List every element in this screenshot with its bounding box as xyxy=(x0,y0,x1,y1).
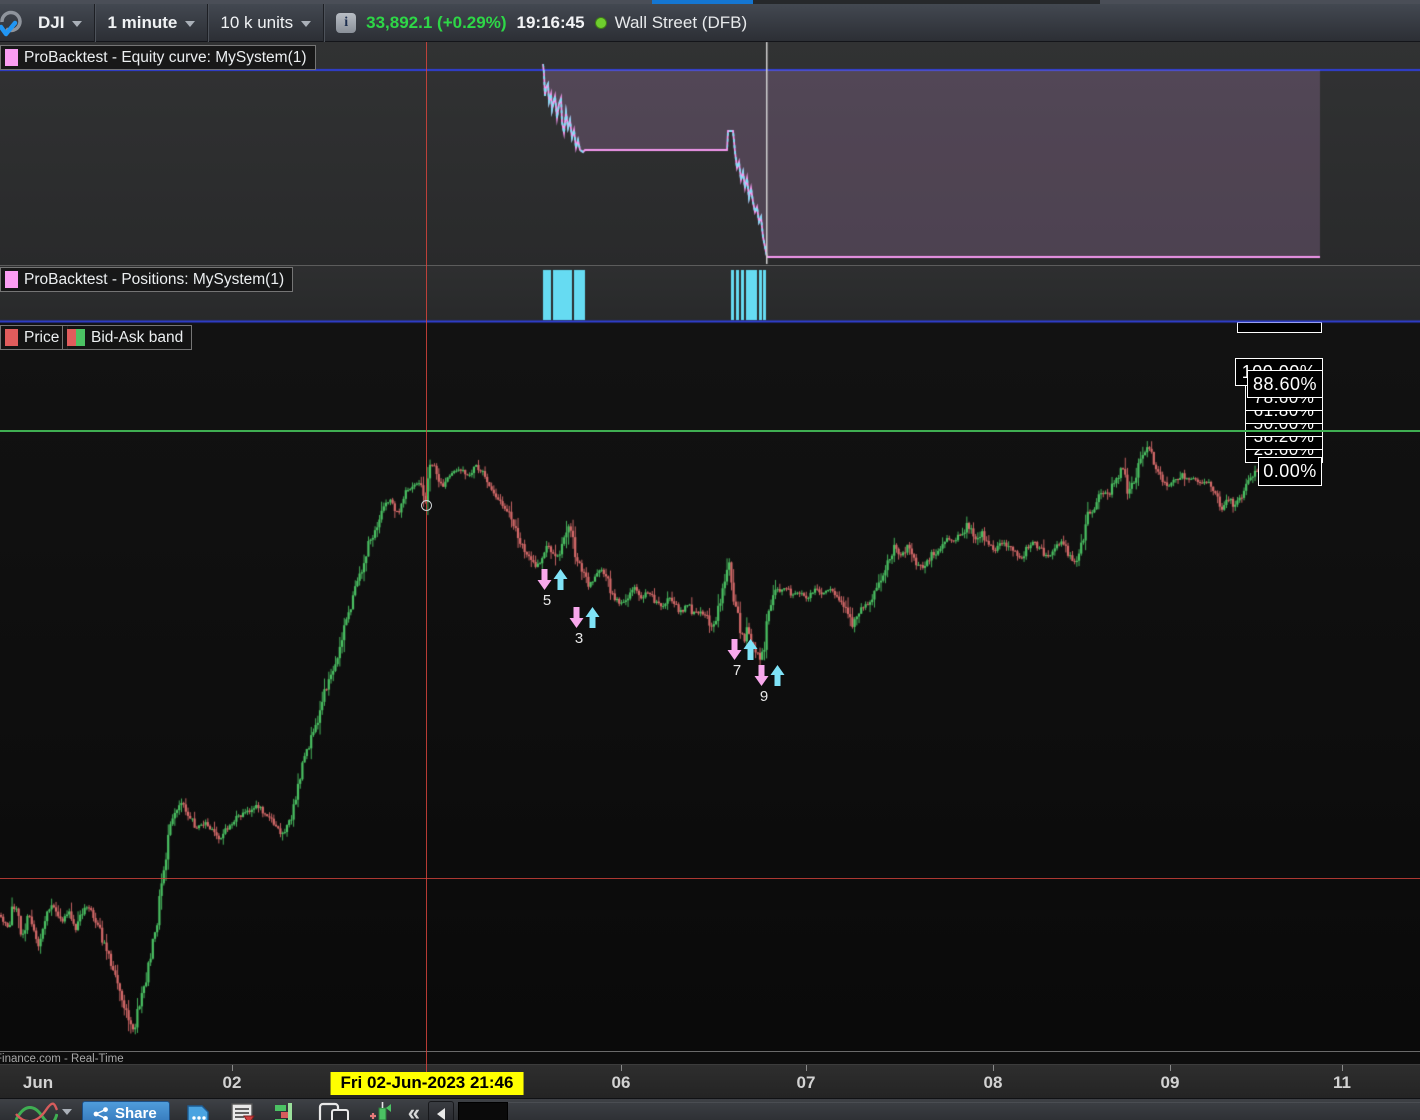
horizontal-level-line[interactable] xyxy=(0,430,1420,432)
timeframe-selector[interactable]: 1 minute xyxy=(95,4,207,41)
axis-tick xyxy=(1342,1065,1343,1071)
axis-date-label: 09 xyxy=(1160,1073,1180,1092)
bottom-toolbar: Share « xyxy=(0,1098,1420,1120)
panel-divider[interactable] xyxy=(0,1051,1420,1052)
axis-date-label: 07 xyxy=(796,1073,816,1092)
share-button-label: Share xyxy=(115,1105,157,1120)
market-open-dot xyxy=(594,16,607,29)
axis-tick xyxy=(1170,1065,1171,1071)
report-icon[interactable] xyxy=(230,1102,256,1120)
collapse-icon[interactable]: « xyxy=(408,1100,420,1120)
scrollbar-track[interactable] xyxy=(507,1102,1420,1120)
chevron-down-icon xyxy=(72,20,83,27)
price-panel-title: Price xyxy=(24,328,60,346)
axis-date-label: 08 xyxy=(983,1073,1003,1092)
main-toolbar: DJI 1 minute 10 k units i 33,892.1 (+0.2… xyxy=(0,3,1420,42)
positions-panel-title: ProBacktest - Positions: MySystem(1) xyxy=(24,270,285,288)
scroll-left-button[interactable] xyxy=(427,1101,454,1120)
fib-level-label[interactable]: 88.60% xyxy=(1247,370,1323,398)
trade-number: 5 xyxy=(542,592,552,609)
symbol-label: DJI xyxy=(38,12,65,32)
axis-date-label: 11 xyxy=(1333,1073,1351,1092)
equity-panel-title: ProBacktest - Equity curve: MySystem(1) xyxy=(24,48,307,66)
clock: 19:16:45 xyxy=(516,12,585,32)
fib-level-label[interactable]: 0.00% xyxy=(1258,457,1322,486)
trading-app: DJI 1 minute 10 k units i 33,892.1 (+0.2… xyxy=(0,0,1420,1120)
date-axis[interactable]: Fri 02-Jun-2023 21:46 Jun 02 06 07 08 09 11 xyxy=(0,1064,1420,1098)
equity-panel-header[interactable]: ProBacktest - Equity curve: MySystem(1) xyxy=(0,45,316,70)
last-price: 33,892.1 (+0.29%) xyxy=(366,12,507,32)
cursor-date-label: Fri 02-Jun-2023 21:46 xyxy=(330,1072,524,1095)
market-name: Wall Street (DFB) xyxy=(614,12,748,32)
chart-canvas[interactable] xyxy=(0,0,1420,1120)
units-label: 10 k units xyxy=(220,12,294,32)
info-icon[interactable]: i xyxy=(336,12,357,33)
positions-panel-header[interactable]: ProBacktest - Positions: MySystem(1) xyxy=(0,267,294,292)
bidask-legend-swatch xyxy=(67,329,85,346)
sync-status-icon xyxy=(0,8,26,38)
price-panel-header[interactable]: Price xyxy=(0,325,69,350)
quote-area: i 33,892.1 (+0.29%) 19:16:45 Wall Street… xyxy=(324,4,759,41)
chevron-down-icon xyxy=(301,20,312,27)
crosshair-snap-ring xyxy=(421,500,432,511)
axis-tick xyxy=(621,1065,622,1071)
share-icon xyxy=(93,1106,108,1120)
panel-divider[interactable] xyxy=(0,265,1420,266)
axis-date-label: Jun xyxy=(22,1073,54,1092)
trade-number: 7 xyxy=(732,662,742,679)
data-source-label: Finance.com - Real-Time xyxy=(0,1053,124,1065)
share-button[interactable]: Share xyxy=(82,1101,170,1120)
timeframe-label: 1 minute xyxy=(107,12,178,32)
add-order-icon[interactable] xyxy=(366,1102,394,1120)
positions-legend-swatch xyxy=(5,271,18,288)
trade-marker[interactable]: 7 xyxy=(727,638,758,679)
chevron-down-icon xyxy=(185,20,196,27)
axis-date-label: 06 xyxy=(611,1073,631,1092)
axis-tick xyxy=(993,1065,994,1071)
chevron-down-icon[interactable] xyxy=(62,1109,72,1115)
units-selector[interactable]: 10 k units xyxy=(208,4,323,41)
axis-tick xyxy=(232,1065,233,1071)
trade-marker[interactable]: 5 xyxy=(537,568,568,609)
scrollbar-thumb[interactable] xyxy=(457,1102,508,1120)
trade-marker[interactable]: 3 xyxy=(569,606,600,647)
crosshair-vertical xyxy=(426,42,427,1072)
trade-number: 3 xyxy=(574,630,584,647)
price-legend-swatch xyxy=(5,329,18,346)
bidask-legend-title: Bid-Ask band xyxy=(91,328,184,346)
axis-date-label: 02 xyxy=(222,1073,242,1092)
equity-legend-swatch xyxy=(5,49,18,66)
indicator-curves-icon[interactable] xyxy=(14,1102,59,1120)
bidask-legend[interactable]: Bid-Ask band xyxy=(62,325,193,350)
backtest-icon[interactable] xyxy=(272,1102,302,1120)
axis-tick xyxy=(806,1065,807,1071)
trade-number: 9 xyxy=(759,688,769,705)
trade-marker[interactable]: 9 xyxy=(754,664,785,705)
chat-icon[interactable] xyxy=(186,1102,212,1120)
crosshair-horizontal xyxy=(0,878,1420,879)
devices-icon[interactable] xyxy=(318,1102,352,1120)
symbol-selector[interactable]: DJI xyxy=(26,4,94,41)
